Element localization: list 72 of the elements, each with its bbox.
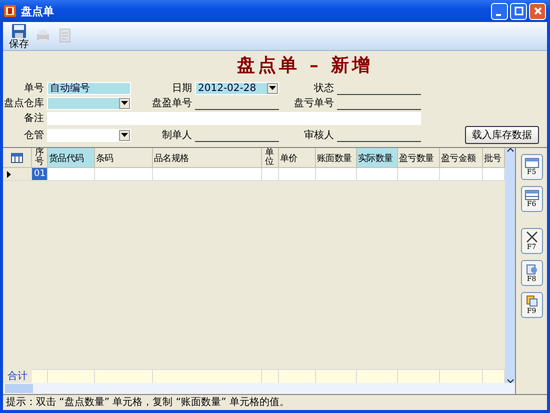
document-icon bbox=[57, 28, 73, 44]
table-row-icon bbox=[524, 190, 538, 200]
total-cell bbox=[440, 369, 483, 383]
column-header[interactable]: 盈亏数量 bbox=[398, 148, 440, 168]
table-cell[interactable] bbox=[279, 168, 316, 181]
table-cell[interactable] bbox=[153, 168, 262, 181]
vertical-scrollbar[interactable] bbox=[505, 148, 515, 383]
table-cell[interactable] bbox=[262, 168, 279, 181]
field-label: 审核人 bbox=[303, 128, 335, 142]
dropdown-arrow-icon bbox=[121, 101, 128, 105]
horizontal-scrollbar[interactable] bbox=[3, 383, 515, 394]
field-label: 备注 bbox=[23, 112, 45, 125]
column-header[interactable]: 单价 bbox=[279, 148, 316, 168]
total-cell bbox=[483, 369, 505, 383]
save-button[interactable]: 保存 bbox=[9, 22, 29, 50]
table-cell[interactable] bbox=[95, 168, 153, 181]
dropdown-arrow-icon bbox=[121, 133, 128, 137]
table-cell[interactable] bbox=[48, 168, 95, 181]
scroll-down-icon bbox=[506, 379, 514, 383]
dropdown-arrow-icon bbox=[269, 86, 276, 90]
field-label: 制单人 bbox=[161, 128, 193, 142]
cross-icon bbox=[526, 231, 538, 243]
table-cell[interactable] bbox=[483, 168, 505, 181]
table-cell[interactable] bbox=[357, 168, 398, 181]
column-header[interactable]: 实际数量 bbox=[357, 148, 398, 168]
input-field[interactable]: 自动编号 bbox=[47, 82, 131, 94]
close-button[interactable] bbox=[529, 2, 546, 20]
scroll-up-icon bbox=[506, 148, 514, 152]
dropdown-field[interactable] bbox=[47, 128, 131, 142]
maximize-icon bbox=[514, 6, 524, 16]
minimize-button[interactable] bbox=[491, 2, 508, 20]
field-label: 单号 bbox=[23, 82, 45, 95]
load-stock-button[interactable]: 载入库存数据 bbox=[465, 126, 539, 144]
minimize-icon bbox=[496, 14, 501, 16]
window-title: 盘点单 bbox=[21, 4, 54, 18]
total-cell bbox=[316, 369, 357, 383]
table-cell[interactable] bbox=[440, 168, 483, 181]
table-row-icon bbox=[524, 158, 538, 168]
total-cell bbox=[279, 369, 316, 383]
app-icon bbox=[4, 5, 16, 17]
copy-icon bbox=[526, 295, 538, 307]
total-cell bbox=[32, 369, 48, 383]
table-cell[interactable] bbox=[316, 168, 357, 181]
column-header[interactable]: 批号 bbox=[483, 148, 505, 168]
field-label: 日期 bbox=[171, 82, 193, 95]
form-heading: 盘点单 – 新增 bbox=[236, 54, 374, 78]
total-cell bbox=[357, 369, 398, 383]
field-label: 盘盈单号 bbox=[151, 96, 193, 110]
column-header[interactable]: 单位 bbox=[262, 148, 279, 168]
column-header[interactable]: 账面数量 bbox=[316, 148, 357, 168]
printer-icon bbox=[35, 28, 51, 44]
column-header[interactable]: 盈亏金额 bbox=[440, 148, 483, 168]
total-cell bbox=[95, 369, 153, 383]
dropdown-field[interactable]: 2012-02-28 bbox=[195, 82, 279, 94]
grid-icon bbox=[11, 152, 23, 162]
field-label: 仓管 bbox=[23, 129, 45, 142]
column-header[interactable]: 条码 bbox=[95, 148, 153, 168]
column-header[interactable]: 货品代码 bbox=[48, 148, 95, 168]
column-header[interactable]: 序号 bbox=[32, 148, 48, 168]
table-cell[interactable]: 01 bbox=[32, 168, 48, 181]
close-icon bbox=[532, 6, 542, 16]
column-header[interactable]: 品名规格 bbox=[153, 148, 262, 168]
table-cell[interactable] bbox=[398, 168, 440, 181]
total-cell bbox=[48, 369, 95, 383]
field-label: 状态 bbox=[313, 82, 335, 95]
field-label: 盘亏单号 bbox=[293, 96, 335, 110]
status-bar: 提示：双击 “盘点数量” 单元格，复制 “账面数量” 单元格的值。 bbox=[3, 394, 547, 410]
field-label: 盘点仓库 bbox=[3, 96, 45, 110]
dropdown-field[interactable] bbox=[47, 96, 131, 110]
total-cell bbox=[262, 369, 279, 383]
total-cell bbox=[398, 369, 440, 383]
maximize-button[interactable] bbox=[510, 2, 527, 20]
